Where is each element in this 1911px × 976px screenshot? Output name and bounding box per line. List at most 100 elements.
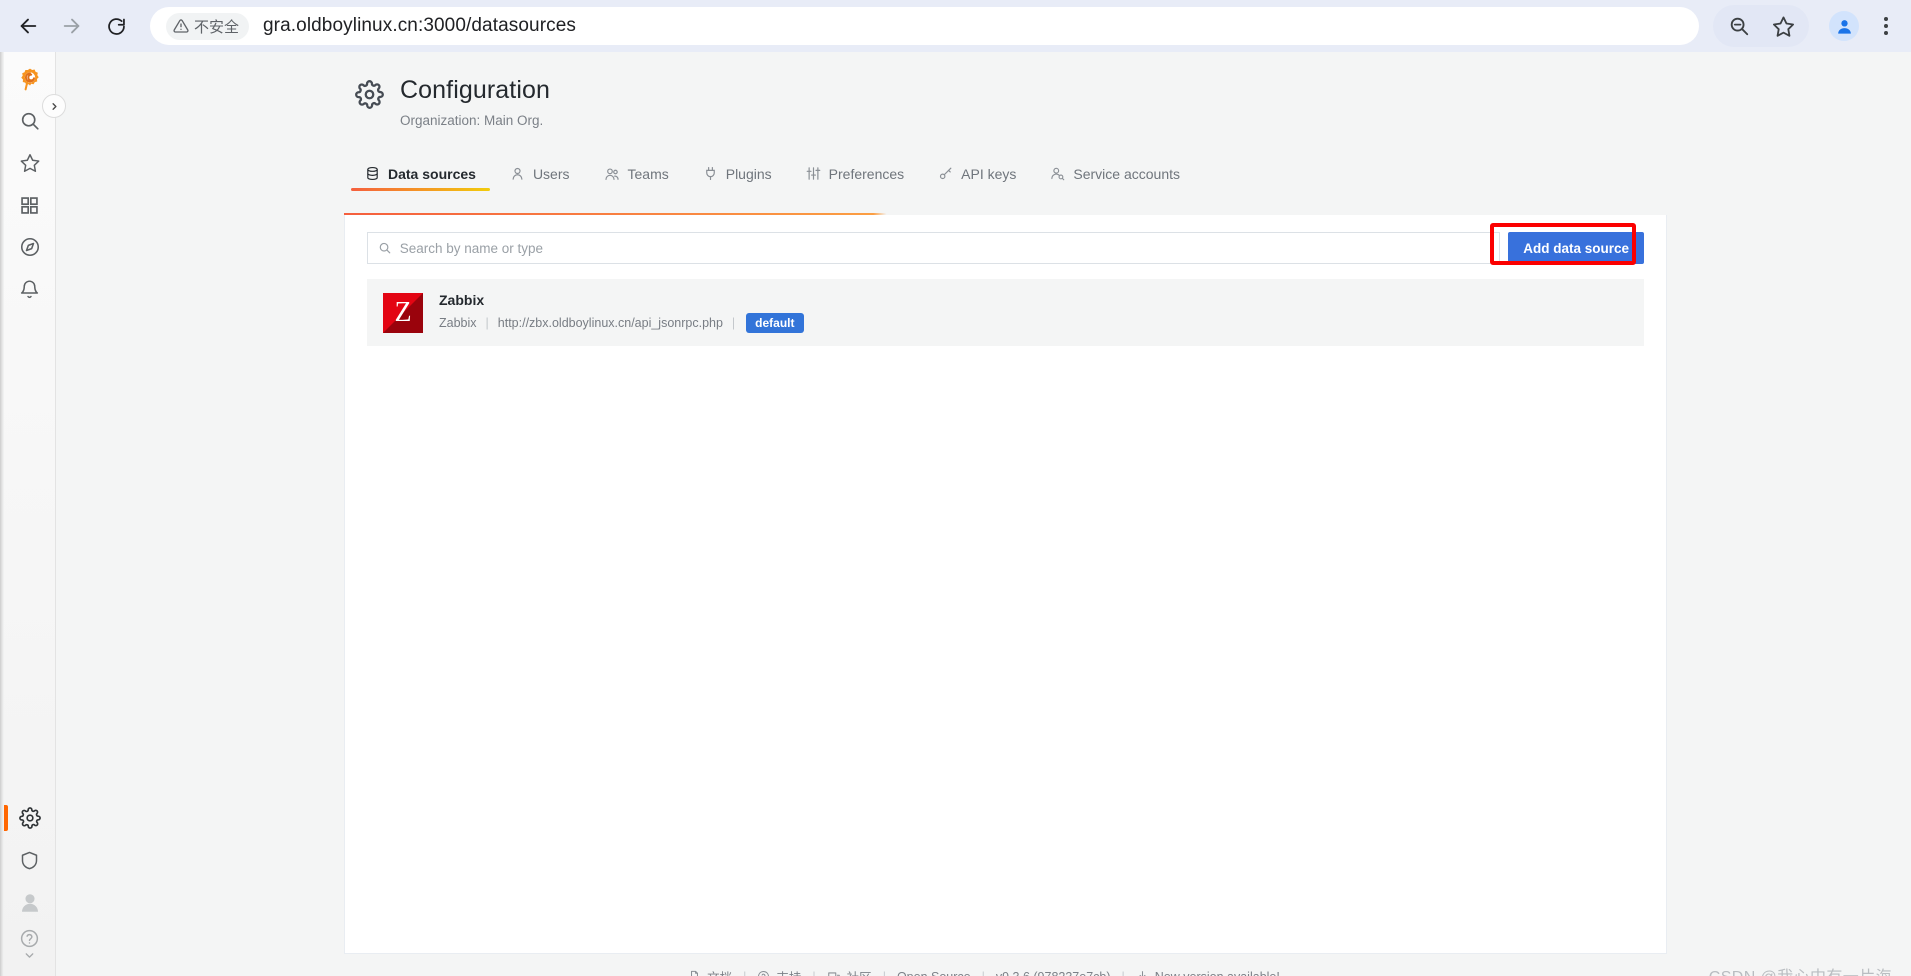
sidebar-item-grafana-logo[interactable]: [4, 58, 56, 100]
tab-label: Preferences: [828, 165, 905, 182]
datasource-row-zabbix[interactable]: Z Zabbix Zabbix | http://zbx.oldboylinux…: [367, 279, 1644, 346]
star-icon: [1772, 15, 1794, 37]
tab-preferences[interactable]: Preferences: [789, 166, 921, 191]
shield-icon: [21, 851, 38, 869]
user-icon: [510, 166, 525, 181]
browser-action-bar: [1713, 5, 1911, 47]
tab-data-sources[interactable]: Data sources: [348, 166, 493, 191]
tab-label: Data sources: [388, 165, 476, 182]
plug-icon: [703, 166, 718, 181]
footer-link-support[interactable]: 支持: [746, 967, 812, 976]
tab-label: Users: [532, 165, 570, 182]
main-content: Configuration Organization: Main Org. Da…: [57, 52, 1911, 976]
sidebar-item-help[interactable]: [4, 923, 56, 953]
question-circle-icon: [758, 970, 770, 976]
security-text: 不安全: [194, 18, 240, 36]
datasources-panel: Add data source Z Zabbix Zabbix | http:/…: [344, 215, 1667, 954]
sidebar-item-explore[interactable]: [4, 226, 56, 268]
kebab-dot: [1884, 24, 1888, 28]
reload-icon: [107, 17, 125, 35]
footer-link-label: 社区: [847, 967, 872, 976]
arrow-right-icon: [63, 18, 80, 34]
browser-toolbar: 不安全 gra.oldboylinux.cn:3000/datasources: [0, 0, 1911, 52]
security-indicator[interactable]: 不安全: [166, 12, 250, 40]
compass-icon: [20, 237, 39, 257]
tab-bar: Data sources Users Teams Plugins Prefere…: [348, 157, 1911, 191]
sidebar: [3, 52, 66, 976]
search-input[interactable]: [399, 240, 1490, 256]
tab-label: Plugins: [725, 165, 772, 182]
footer-link-label: New version available!: [1155, 970, 1280, 976]
add-data-source-container: Add data source: [1490, 223, 1644, 265]
warning-triangle-icon: [173, 19, 189, 33]
search-box[interactable]: [367, 232, 1501, 264]
bookmark-button[interactable]: [1761, 4, 1805, 48]
database-icon: [365, 166, 380, 181]
tab-users[interactable]: Users: [493, 166, 587, 191]
browser-profile-avatar[interactable]: [1829, 11, 1859, 41]
datasource-name: Zabbix: [439, 292, 485, 308]
watermark: CSDN @我心中有一片海: [1709, 963, 1892, 976]
kebab-dot: [1884, 31, 1888, 35]
gear-icon: [18, 807, 41, 829]
browser-menu-button[interactable]: [1871, 17, 1901, 35]
footer-link-label: 文档: [707, 967, 732, 976]
service-account-icon: [1050, 166, 1065, 181]
datasources-toolbar: Add data source: [345, 215, 1666, 265]
tab-api-keys[interactable]: API keys: [921, 166, 1033, 191]
bell-icon: [20, 280, 39, 298]
page-title: Configuration: [400, 76, 551, 104]
datasource-meta: Zabbix | http://zbx.oldboylinux.cn/api_j…: [439, 313, 804, 333]
browser-reload-button[interactable]: [94, 4, 138, 48]
footer-link-community[interactable]: 社区: [816, 967, 883, 976]
sidebar-item-profile[interactable]: [4, 881, 56, 923]
zabbix-logo-icon: Z: [383, 292, 423, 333]
add-data-source-button[interactable]: Add data source: [1508, 232, 1644, 264]
footer-new-version[interactable]: New version available!: [1125, 970, 1291, 976]
question-circle-icon: [20, 929, 39, 947]
zoom-out-button[interactable]: [1717, 4, 1761, 48]
configuration-gear-icon: [355, 80, 384, 109]
gear-icon: [355, 80, 384, 109]
footer-link-label: Open Source: [897, 970, 971, 976]
url-text: gra.oldboylinux.cn:3000/datasources: [263, 15, 576, 36]
tab-service-accounts[interactable]: Service accounts: [1033, 166, 1197, 191]
footer-link-open-source[interactable]: Open Source: [886, 970, 982, 976]
tab-teams[interactable]: Teams: [587, 166, 686, 191]
footer-version[interactable]: v9.3.6 (978237e7cb): [985, 970, 1122, 976]
sidebar-expand-button[interactable]: [42, 94, 66, 118]
sidebar-item-alerting[interactable]: [4, 268, 56, 310]
tab-label: Service accounts: [1073, 165, 1180, 182]
datasource-url: http://zbx.oldboylinux.cn/api_jsonrpc.ph…: [497, 316, 723, 330]
sidebar-item-configuration[interactable]: [3, 797, 56, 839]
page-header-text: Configuration Organization: Main Org.: [400, 76, 550, 128]
search-icon: [379, 242, 391, 254]
meta-separator: |: [485, 316, 489, 330]
datasource-logo-letter: Z: [394, 296, 412, 328]
page-header: Configuration Organization: Main Org.: [57, 52, 1911, 128]
download-icon: [1139, 971, 1146, 976]
sidebar-item-dashboards[interactable]: [4, 184, 56, 226]
comments-icon: [827, 971, 840, 976]
grafana-app: Configuration Organization: Main Org. Da…: [0, 52, 1911, 976]
browser-forward-button[interactable]: [50, 4, 94, 48]
sliders-icon: [806, 166, 821, 181]
chevron-right-icon: [51, 102, 57, 110]
default-badge: default: [746, 313, 804, 333]
sidebar-item-starred[interactable]: [4, 142, 56, 184]
tab-plugins[interactable]: Plugins: [686, 166, 789, 191]
tab-label: API keys: [961, 165, 1017, 182]
datasources-list: Z Zabbix Zabbix | http://zbx.oldboylinux…: [345, 264, 1666, 346]
footer-link-label: 支持: [776, 967, 801, 976]
browser-back-button[interactable]: [6, 4, 50, 48]
users-icon: [604, 166, 620, 182]
kebab-dot: [1884, 17, 1888, 21]
browser-address-bar[interactable]: 不安全 gra.oldboylinux.cn:3000/datasources: [150, 7, 1699, 45]
sidebar-item-server-admin[interactable]: [4, 839, 56, 881]
sidebar-bottom-group: [3, 797, 56, 962]
arrow-left-icon: [20, 18, 37, 34]
footer-link-docs[interactable]: 文档: [677, 967, 743, 976]
grafana-logo-icon: [20, 68, 39, 91]
avatar-icon: [21, 894, 38, 912]
datasource-type: Zabbix: [439, 316, 477, 330]
